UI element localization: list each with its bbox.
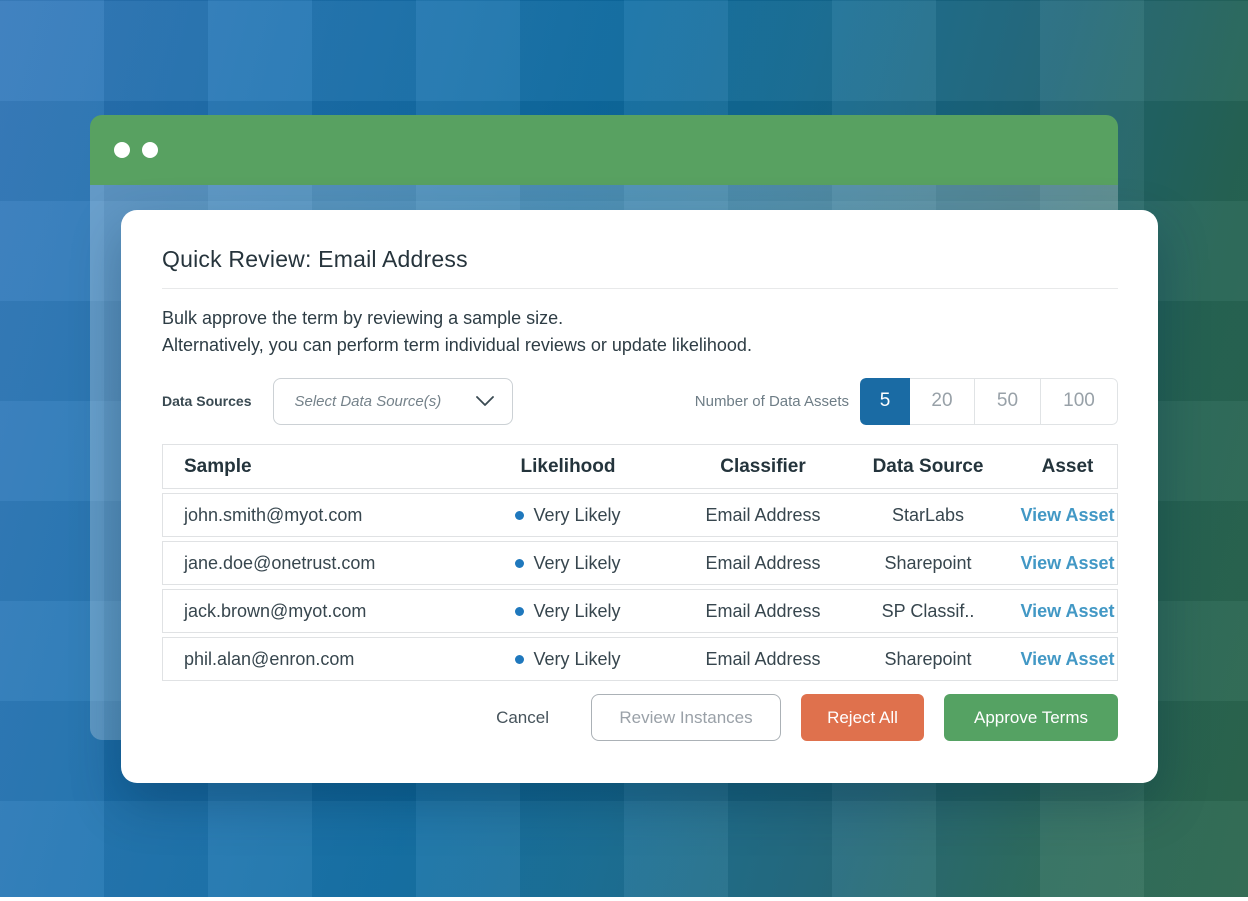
likelihood-label: Very Likely <box>533 505 620 526</box>
header-sample: Sample <box>163 456 448 478</box>
header-data-source: Data Source <box>838 456 1018 478</box>
data-source-cell: StarLabs <box>838 505 1018 526</box>
data-source-cell: SP Classif.. <box>838 601 1018 622</box>
likelihood-label: Very Likely <box>533 601 620 622</box>
header-classifier: Classifier <box>688 456 838 478</box>
view-asset-link[interactable]: View Asset <box>1020 649 1114 669</box>
description-line-1: Bulk approve the term by reviewing a sam… <box>162 305 1118 332</box>
segment-option-100[interactable]: 100 <box>1041 378 1118 425</box>
header-likelihood: Likelihood <box>448 456 688 478</box>
modal-title: Quick Review: Email Address <box>162 246 1118 273</box>
window-dot-icon <box>114 142 130 158</box>
quick-review-modal: Quick Review: Email Address Bulk approve… <box>121 210 1158 783</box>
data-source-cell: Sharepoint <box>838 553 1018 574</box>
controls-row: Data Sources Select Data Source(s) Numbe… <box>162 377 1118 425</box>
header-asset: Asset <box>1018 456 1117 478</box>
title-divider <box>162 288 1118 289</box>
classifier-cell: Email Address <box>688 649 838 670</box>
bottom-white-strip <box>0 897 1248 901</box>
likelihood-dot-icon <box>515 511 524 520</box>
table-row: jack.brown@myot.com Very Likely Email Ad… <box>162 589 1118 633</box>
view-asset-link[interactable]: View Asset <box>1020 601 1114 621</box>
table-row: jane.doe@onetrust.com Very Likely Email … <box>162 541 1118 585</box>
sample-review-table: Sample Likelihood Classifier Data Source… <box>162 444 1118 681</box>
segment-option-5[interactable]: 5 <box>860 378 910 425</box>
reject-all-button[interactable]: Reject All <box>801 694 924 741</box>
data-source-select[interactable]: Select Data Source(s) <box>273 378 513 425</box>
likelihood-dot-icon <box>515 559 524 568</box>
window-dot-icon <box>142 142 158 158</box>
segment-option-20[interactable]: 20 <box>910 378 975 425</box>
view-asset-link[interactable]: View Asset <box>1020 505 1114 525</box>
window-controls <box>114 142 158 158</box>
table-header-row: Sample Likelihood Classifier Data Source… <box>162 444 1118 489</box>
chevron-down-icon <box>476 396 494 406</box>
segment-option-50[interactable]: 50 <box>975 378 1041 425</box>
likelihood-dot-icon <box>515 607 524 616</box>
likelihood-cell: Very Likely <box>448 600 688 622</box>
review-instances-button[interactable]: Review Instances <box>591 694 781 741</box>
likelihood-label: Very Likely <box>533 553 620 574</box>
modal-footer: Cancel Review Instances Reject All Appro… <box>162 694 1118 741</box>
data-assets-segmented-control: 5 20 50 100 <box>860 378 1118 425</box>
table-row: john.smith@myot.com Very Likely Email Ad… <box>162 493 1118 537</box>
sample-cell: jane.doe@onetrust.com <box>163 553 448 574</box>
data-sources-label: Data Sources <box>162 393 251 409</box>
description-line-2: Alternatively, you can perform term indi… <box>162 332 1118 359</box>
sample-cell: phil.alan@enron.com <box>163 649 448 670</box>
window-title-bar <box>90 115 1118 185</box>
likelihood-cell: Very Likely <box>448 504 688 526</box>
sample-cell: jack.brown@myot.com <box>163 601 448 622</box>
likelihood-cell: Very Likely <box>448 552 688 574</box>
likelihood-label: Very Likely <box>533 649 620 670</box>
likelihood-dot-icon <box>515 655 524 664</box>
view-asset-link[interactable]: View Asset <box>1020 553 1114 573</box>
classifier-cell: Email Address <box>688 505 838 526</box>
data-source-placeholder: Select Data Source(s) <box>294 393 441 410</box>
classifier-cell: Email Address <box>688 553 838 574</box>
number-of-data-assets-label: Number of Data Assets <box>695 393 849 410</box>
sample-cell: john.smith@myot.com <box>163 505 448 526</box>
data-source-cell: Sharepoint <box>838 649 1018 670</box>
classifier-cell: Email Address <box>688 601 838 622</box>
modal-description: Bulk approve the term by reviewing a sam… <box>162 305 1118 359</box>
table-row: phil.alan@enron.com Very Likely Email Ad… <box>162 637 1118 681</box>
likelihood-cell: Very Likely <box>448 648 688 670</box>
approve-terms-button[interactable]: Approve Terms <box>944 694 1118 741</box>
cancel-button[interactable]: Cancel <box>486 694 559 741</box>
